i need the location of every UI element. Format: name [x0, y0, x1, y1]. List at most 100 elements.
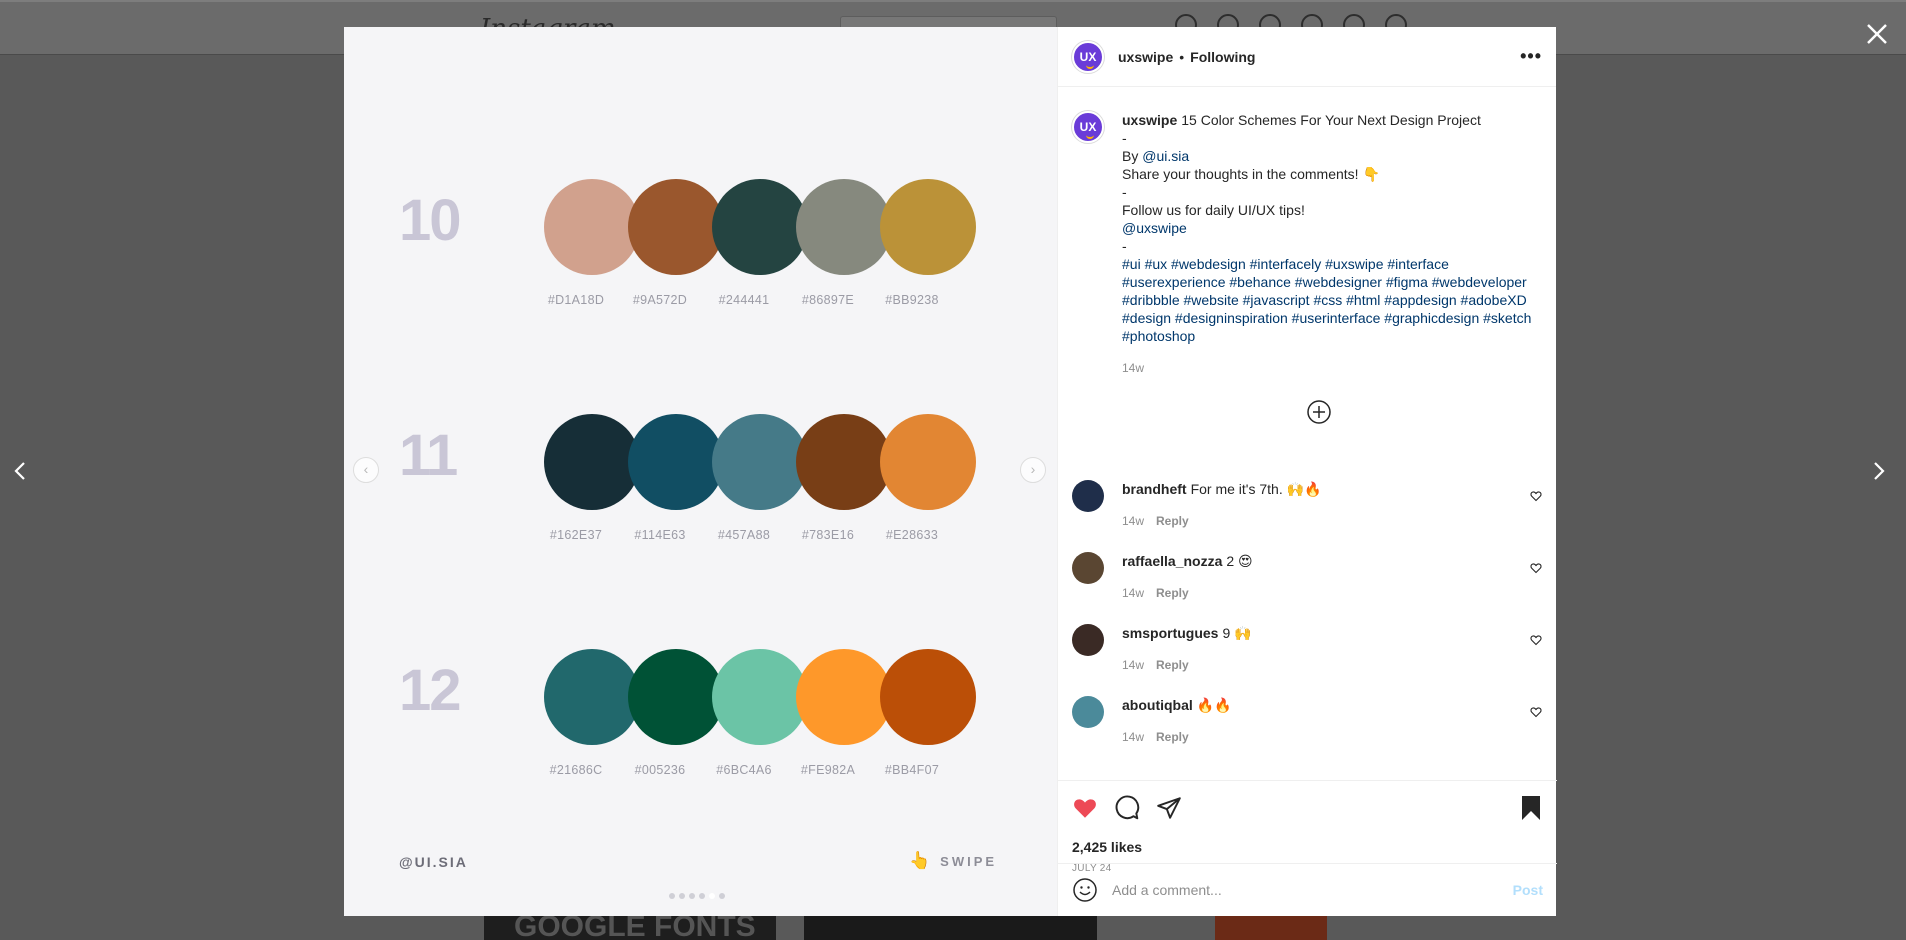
reply-button[interactable]: Reply	[1156, 514, 1189, 528]
hex-label: #86897E	[801, 293, 855, 307]
post-username[interactable]: uxswipe	[1118, 49, 1173, 65]
comment-like-button[interactable]	[1530, 562, 1542, 574]
caption-divider: -	[1122, 130, 1127, 146]
comment-item: raffaella_nozza 2 😍 14w Reply	[1072, 552, 1542, 602]
comments-section: UX uxswipe 15 Color Schemes For Your Next…	[1058, 88, 1557, 780]
post-panel: UX uxswipe • Following ••• UX uxswipe 15 …	[1057, 27, 1557, 916]
caption-timestamp: 14w	[1122, 361, 1145, 375]
avatar[interactable]	[1072, 552, 1104, 584]
comment-username[interactable]: raffaella_nozza	[1122, 553, 1222, 569]
avatar[interactable]: UX	[1072, 40, 1104, 73]
reply-button[interactable]: Reply	[1156, 586, 1189, 600]
comment-text: 2 😍	[1226, 553, 1253, 569]
hex-labels: #162E37 #114E63 #457A88 #783E16 #E28633	[534, 528, 954, 542]
hex-labels: #D1A18D #9A572D #244441 #86897E #BB9238	[534, 293, 954, 307]
caption-body: uxswipe 15 Color Schemes For Your Next De…	[1122, 111, 1542, 377]
comment-like-button[interactable]	[1530, 634, 1542, 646]
share-button[interactable]	[1156, 795, 1182, 821]
comment-timestamp: 14w	[1122, 586, 1145, 600]
comment-timestamp: 14w	[1122, 658, 1145, 672]
comment-composer: Post	[1058, 863, 1557, 916]
hex-label: #162E37	[549, 528, 603, 542]
comment-timestamp: 14w	[1122, 730, 1145, 744]
comment-body: smsportugues 9 🙌 14w Reply	[1122, 624, 1530, 674]
smile-icon	[1086, 132, 1094, 139]
comment-like-button[interactable]	[1530, 706, 1542, 718]
like-button[interactable]	[1072, 795, 1098, 821]
post-header: UX uxswipe • Following •••	[1058, 27, 1556, 87]
emoji-button[interactable]	[1072, 877, 1098, 903]
post-media: 10 #D1A18D #9A572D #244441 #86897E #BB9238 11 #…	[344, 27, 1057, 916]
close-button[interactable]	[1863, 20, 1891, 48]
hex-labels: #21686C #005236 #6BC4A6 #FE982A #BB4F07	[534, 763, 954, 777]
caption-share-line: Share your thoughts in the comments! 👇	[1122, 166, 1380, 182]
avatar[interactable]	[1072, 480, 1104, 512]
heart-outline-icon	[1530, 635, 1542, 646]
color-swatch	[544, 414, 640, 510]
media-previous-button[interactable]: ‹	[353, 457, 379, 483]
carousel-dot	[689, 893, 695, 899]
paper-plane-icon	[1157, 797, 1181, 819]
color-swatch	[628, 179, 724, 275]
hex-label: #BB4F07	[884, 763, 940, 777]
avatar[interactable]: UX	[1072, 111, 1104, 143]
background-thumbnail	[1215, 914, 1327, 940]
swatch-group	[544, 179, 976, 275]
swipe-hint: 👆 SWIPE	[909, 851, 997, 871]
hex-label: #21686C	[549, 763, 603, 777]
comment-text: 9 🙌	[1222, 625, 1252, 641]
mention-link[interactable]: @uxswipe	[1122, 219, 1542, 237]
comment-input[interactable]	[1110, 881, 1513, 899]
heart-outline-icon	[1530, 707, 1542, 718]
background-thumbnail	[804, 914, 1097, 940]
color-swatch	[880, 414, 976, 510]
hex-label: #FE982A	[800, 763, 856, 777]
plus-circle-icon	[1307, 400, 1331, 424]
carousel-dot	[669, 893, 675, 899]
comment-like-button[interactable]	[1530, 490, 1542, 502]
caption-divider: -	[1122, 238, 1127, 254]
color-swatch	[880, 179, 976, 275]
hashtags[interactable]: #ui #ux #webdesign #interfacely #uxswipe…	[1122, 255, 1542, 345]
more-options-button[interactable]: •••	[1520, 46, 1542, 67]
reply-button[interactable]: Reply	[1156, 658, 1189, 672]
load-more-comments-button[interactable]	[1307, 400, 1331, 424]
reply-button[interactable]: Reply	[1156, 730, 1189, 744]
previous-post-button[interactable]	[7, 458, 33, 484]
author-link[interactable]: @ui.sia	[1142, 148, 1189, 164]
background-topline	[0, 0, 1906, 2]
avatar[interactable]	[1072, 624, 1104, 656]
comment-username[interactable]: aboutiqbal	[1122, 697, 1193, 713]
carousel-dot	[679, 893, 685, 899]
color-swatch	[628, 649, 724, 745]
comment-item: aboutiqbal 🔥🔥 14w Reply	[1072, 696, 1542, 746]
save-button[interactable]	[1519, 795, 1543, 821]
comment-button[interactable]	[1114, 795, 1140, 821]
color-swatch	[712, 414, 808, 510]
comment-item: brandheft For me it's 7th. 🙌🔥 14w Reply	[1072, 480, 1542, 530]
heart-filled-icon	[1074, 799, 1096, 818]
comment-username[interactable]: brandheft	[1122, 481, 1187, 497]
pointing-hand-icon: 👆	[909, 851, 931, 870]
separator-dot: •	[1179, 48, 1185, 65]
post-modal: 10 #D1A18D #9A572D #244441 #86897E #BB9238 11 #…	[344, 27, 1557, 916]
comment-username[interactable]: smsportugues	[1122, 625, 1218, 641]
post-comment-button[interactable]: Post	[1513, 882, 1543, 898]
hex-label: #457A88	[717, 528, 771, 542]
hex-label: #BB9238	[885, 293, 939, 307]
color-swatch	[712, 649, 808, 745]
color-swatch	[880, 649, 976, 745]
avatar[interactable]	[1072, 696, 1104, 728]
hex-label: #9A572D	[632, 293, 688, 307]
follow-status[interactable]: Following	[1190, 49, 1255, 65]
comment-body: brandheft For me it's 7th. 🙌🔥 14w Reply	[1122, 480, 1530, 530]
next-post-button[interactable]	[1866, 458, 1892, 484]
carousel-dot	[699, 893, 705, 899]
swatch-group	[544, 649, 976, 745]
comment-timestamp: 14w	[1122, 514, 1145, 528]
comment-text: 🔥🔥	[1196, 697, 1232, 713]
hex-label: #E28633	[885, 528, 939, 542]
like-count[interactable]: 2,425 likes	[1072, 839, 1142, 855]
media-next-button[interactable]: ›	[1020, 457, 1046, 483]
caption-username[interactable]: uxswipe	[1122, 112, 1177, 128]
